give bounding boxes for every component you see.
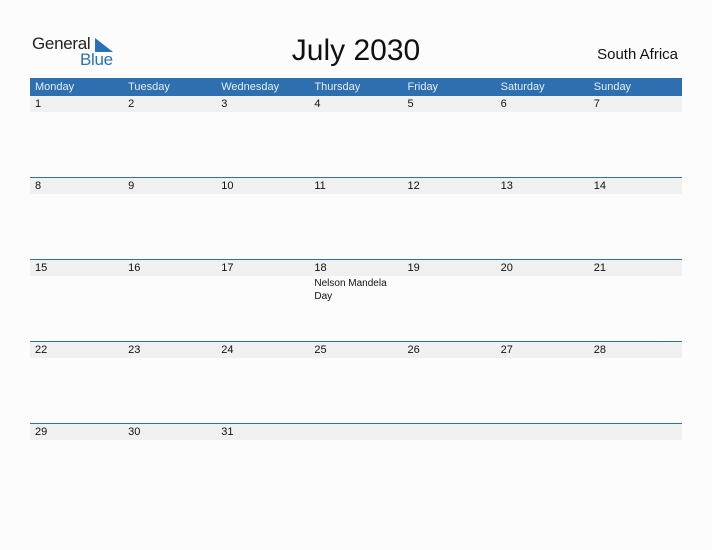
calendar-grid: Monday Tuesday Wednesday Thursday Friday…: [30, 78, 682, 505]
holiday-label: Nelson Mandela Day: [314, 278, 387, 302]
day-number: 14: [593, 180, 606, 192]
holiday-label: [589, 276, 682, 303]
day-number: 4: [314, 98, 321, 110]
day-number: 25: [314, 344, 327, 356]
holiday-label: [216, 440, 309, 441]
date-number-row: 15 16 17 18 19 20 21: [30, 260, 682, 276]
weekday-tuesday: Tuesday: [128, 81, 170, 93]
day-number: 5: [407, 98, 414, 110]
day-number: 7: [593, 98, 600, 110]
day-number: [309, 424, 402, 440]
holiday-label: [123, 112, 216, 113]
holiday-label: [30, 440, 123, 441]
event-row: [30, 194, 682, 195]
holiday-label: [496, 276, 589, 303]
day-number: 27: [500, 344, 513, 356]
holiday-label: [589, 112, 682, 113]
weekday-thursday: Thursday: [314, 81, 361, 93]
day-number: 9: [128, 180, 135, 192]
holiday-label: [123, 194, 216, 195]
day-number: 29: [35, 426, 48, 438]
holiday-label: [309, 194, 402, 195]
day-number: 15: [35, 262, 48, 274]
date-number-row: 22 23 24 25 26 27 28: [30, 342, 682, 358]
holiday-label: [123, 440, 216, 441]
day-number: [496, 424, 589, 440]
week-row: 29 30 31: [30, 423, 682, 505]
day-number: 17: [221, 262, 234, 274]
event-row: [30, 358, 682, 359]
day-number: 22: [35, 344, 48, 356]
holiday-label: [496, 358, 589, 359]
week-row: 1 2 3 4 5 6 7: [30, 96, 682, 177]
day-number: 18: [314, 262, 327, 274]
holiday-label: [30, 358, 123, 359]
weekday-header-row: Monday Tuesday Wednesday Thursday Friday…: [30, 78, 682, 96]
holiday-label: [123, 358, 216, 359]
holiday-label: [589, 358, 682, 359]
weekday-friday: Friday: [407, 81, 439, 93]
day-number: 23: [128, 344, 141, 356]
event-row: [30, 440, 682, 441]
day-number: 11: [314, 180, 326, 192]
date-number-row: 1 2 3 4 5 6 7: [30, 96, 682, 112]
holiday-label: [309, 440, 402, 441]
holiday-label: [403, 358, 496, 359]
day-number: 8: [35, 180, 42, 192]
holiday-label: [496, 194, 589, 195]
holiday-label: [309, 112, 402, 113]
day-number: 6: [500, 98, 507, 110]
holiday-label: [589, 440, 682, 441]
holiday-label: [30, 112, 123, 113]
day-number: 20: [500, 262, 513, 274]
day-number: 24: [221, 344, 234, 356]
holiday-label: [496, 112, 589, 113]
day-number: 13: [500, 180, 513, 192]
day-number: 12: [407, 180, 420, 192]
holiday-label: [403, 440, 496, 441]
weekday-saturday: Saturday: [500, 81, 545, 93]
holiday-label: [216, 112, 309, 113]
week-row: 15 16 17 18 19 20 21 Nelson Mandela Day: [30, 259, 682, 341]
day-number: 30: [128, 426, 141, 438]
holiday-label: [123, 276, 216, 303]
day-number: 16: [128, 262, 141, 274]
day-number: 21: [593, 262, 606, 274]
holiday-label: [30, 194, 123, 195]
day-number: [403, 424, 496, 440]
holiday-label: [216, 358, 309, 359]
holiday-label: [30, 276, 123, 303]
holiday-label: [216, 194, 309, 195]
weekday-sunday: Sunday: [593, 81, 632, 93]
day-number: 2: [128, 98, 135, 110]
date-number-row: 8 9 10 11 12 13 14: [30, 178, 682, 194]
event-row: [30, 112, 682, 113]
week-row: 22 23 24 25 26 27 28: [30, 341, 682, 423]
event-row: Nelson Mandela Day: [30, 276, 682, 303]
holiday-label: [403, 112, 496, 113]
holiday-label: [216, 276, 309, 303]
holiday-label: [589, 194, 682, 195]
weekday-wednesday: Wednesday: [221, 81, 280, 93]
holiday-label: [309, 358, 402, 359]
week-row: 8 9 10 11 12 13 14: [30, 177, 682, 259]
weekday-monday: Monday: [35, 81, 75, 93]
day-number: 28: [593, 344, 606, 356]
day-number: 26: [407, 344, 420, 356]
date-number-row: 29 30 31: [30, 424, 682, 440]
day-number: 3: [221, 98, 228, 110]
day-number: 19: [407, 262, 420, 274]
day-number: 31: [221, 426, 234, 438]
holiday-label: [496, 440, 589, 441]
country-label: South Africa: [597, 46, 678, 63]
day-number: [589, 424, 682, 440]
holiday-label: [403, 194, 496, 195]
day-number: 1: [35, 98, 42, 110]
day-number: 10: [221, 180, 234, 192]
holiday-label: [403, 276, 496, 303]
